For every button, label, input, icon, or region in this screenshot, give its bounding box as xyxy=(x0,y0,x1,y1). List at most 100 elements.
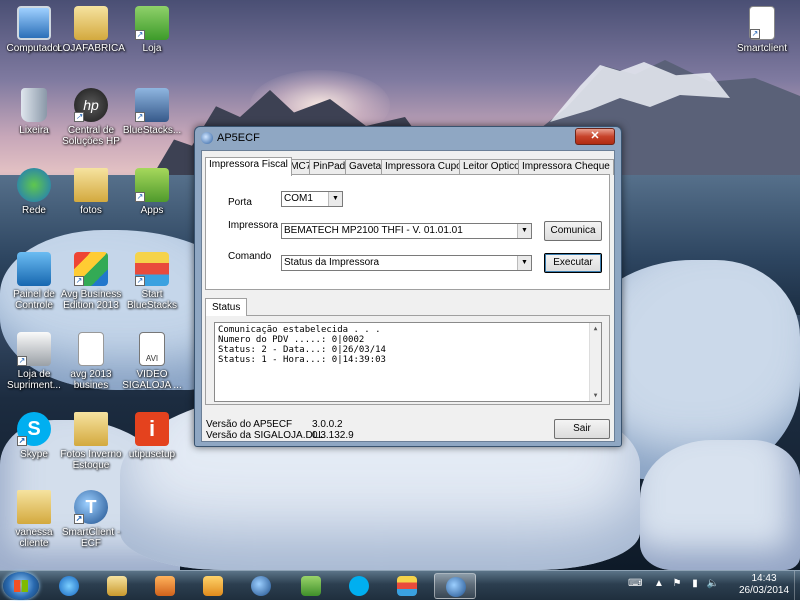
app-icon xyxy=(201,132,213,144)
folder-icon xyxy=(74,168,108,202)
desktop-icon-start-bluestacks[interactable]: ↗ Start BlueStacks xyxy=(118,252,186,311)
media-player-icon xyxy=(155,576,175,596)
taskbar-green-app[interactable] xyxy=(290,573,332,599)
porta-select[interactable]: COM1 ▼ xyxy=(281,191,343,207)
tab-impressora-fiscal[interactable]: Impressora Fiscal xyxy=(205,157,292,176)
tab-impressora-cheque[interactable]: Impressora Cheque xyxy=(518,159,614,175)
status-log[interactable]: Comunicação estabelecida . . . Numero do… xyxy=(214,322,602,402)
wallpaper-ice xyxy=(640,440,800,570)
status-line: Numero do PDV .....: 0|0002 xyxy=(218,335,365,345)
document-icon xyxy=(78,332,104,366)
smartclient-doc-icon: ↗ xyxy=(749,6,775,40)
start-button[interactable] xyxy=(3,572,39,600)
version-ap5ecf-label: Versão do AP5ECF xyxy=(206,419,293,430)
bluestacks-icon: ↗ xyxy=(135,252,169,286)
show-hidden-icons-icon[interactable]: ▲ xyxy=(652,578,666,592)
desktop-icon-video[interactable]: AVI VIDEO SIGALOJA ... xyxy=(118,332,186,391)
porta-value: COM1 xyxy=(284,193,313,204)
taskbar-bluestacks[interactable] xyxy=(386,573,428,599)
bluestacks-network-icon: ↗ xyxy=(135,88,169,122)
taskbar-skype[interactable] xyxy=(338,573,380,599)
skype-icon: S ↗ xyxy=(17,412,51,446)
desktop-icon-apps[interactable]: ↗ Apps xyxy=(118,168,186,216)
executar-button[interactable]: Executar xyxy=(544,253,602,273)
computer-icon xyxy=(17,6,51,40)
keyboard-icon[interactable]: ⌨ xyxy=(628,578,642,592)
status-line: Comunicação estabelecida . . . xyxy=(218,325,381,335)
tab-leitor-optico[interactable]: Leitor Optico xyxy=(459,159,524,175)
smartclient-icon xyxy=(446,577,466,597)
taskbar-outlook[interactable] xyxy=(192,573,234,599)
taskbar-smartclient-active[interactable] xyxy=(434,573,476,599)
sair-button[interactable]: Sair xyxy=(554,419,610,439)
comando-select[interactable]: Status da Impressora ▼ xyxy=(281,255,532,271)
taskbar-file-explorer[interactable] xyxy=(96,573,138,599)
printer-icon: ↗ xyxy=(17,332,51,366)
tab-status[interactable]: Status xyxy=(205,298,248,316)
impressora-select[interactable]: BEMATECH MP2100 THFI - V. 01.01.01 ▼ xyxy=(281,223,532,239)
desktop-icon-lojafabrica[interactable]: LOJAFABRICA xyxy=(57,6,125,54)
version-ap5ecf-value: 3.0.0.2 xyxy=(312,419,343,430)
hp-icon: hp ↗ xyxy=(74,88,108,122)
close-button[interactable]: ✕ xyxy=(575,128,615,145)
taskbar-internet-explorer[interactable] xyxy=(48,573,90,599)
skype-icon xyxy=(349,576,369,596)
comunica-button[interactable]: Comunica xyxy=(544,221,602,241)
taskbar-media-player[interactable] xyxy=(144,573,186,599)
tab-pinpad[interactable]: PinPad xyxy=(309,159,350,175)
desktop-icon-bluestacks-net[interactable]: ↗ BlueStacks... xyxy=(118,88,186,136)
comando-value: Status da Impressora xyxy=(284,257,380,268)
volume-icon[interactable]: 🔈 xyxy=(706,578,720,592)
taskbar-smartclient[interactable] xyxy=(240,573,282,599)
info-setup-icon: i xyxy=(135,412,169,446)
desktop-icon-fotos[interactable]: fotos xyxy=(57,168,125,216)
network-icon xyxy=(17,168,51,202)
desktop-icon-utipusetup[interactable]: i utipusetup xyxy=(118,412,186,460)
smartclient-icon xyxy=(251,576,271,596)
control-panel-icon xyxy=(17,252,51,286)
desktop-icon-loja[interactable]: ↗ Loja xyxy=(118,6,186,54)
comando-label: Comando xyxy=(228,251,272,262)
avg-icon: ↗ xyxy=(74,252,108,286)
file-explorer-icon xyxy=(107,576,127,596)
avi-video-icon: AVI xyxy=(139,332,165,366)
user-folder-icon xyxy=(74,6,108,40)
smartclient-icon: T ↗ xyxy=(74,490,108,524)
taskbar: ⌨ ▲ ⚑ ▮ 🔈 14:43 26/03/2014 xyxy=(0,570,800,601)
desktop-icon-smartclient[interactable]: ↗ Smartclient xyxy=(728,6,796,54)
scroll-up-icon[interactable]: ▲ xyxy=(590,323,601,334)
window-client: Impressora Fiscal CMC7 PinPad Gaveta Imp… xyxy=(201,150,615,442)
desktop-icon-fotos-inverno[interactable]: Fotos Inverno Estoque xyxy=(57,412,125,471)
status-scrollbar[interactable]: ▲ ▼ xyxy=(589,323,601,401)
outlook-icon xyxy=(203,576,223,596)
system-clock[interactable]: 14:43 26/03/2014 xyxy=(736,573,792,597)
tab-panel-impressora-fiscal: Porta COM1 ▼ Impressora BEMATECH MP2100 … xyxy=(205,174,610,290)
network-tray-icon[interactable]: ▮ xyxy=(688,578,702,592)
folder-icon xyxy=(74,412,108,446)
desktop-icon-smartclient-ecf[interactable]: T ↗ SmartClient - ECF xyxy=(57,490,125,549)
status-panel: Comunicação estabelecida . . . Numero do… xyxy=(205,315,610,405)
tab-gaveta[interactable]: Gaveta xyxy=(345,159,386,175)
ap5ecf-window: AP5ECF ✕ Impressora Fiscal CMC7 PinPad G… xyxy=(194,126,622,447)
chevron-down-icon: ▼ xyxy=(517,224,531,238)
folder-icon xyxy=(17,490,51,524)
android-bag-icon: ↗ xyxy=(135,168,169,202)
status-line: Status: 2 - Data...: 0|26/03/14 xyxy=(218,345,386,355)
clock-date: 26/03/2014 xyxy=(738,585,790,596)
desktop-icon-avg-busines[interactable]: avg 2013 busines xyxy=(57,332,125,391)
action-center-icon[interactable]: ⚑ xyxy=(670,578,684,592)
show-desktop-button[interactable] xyxy=(794,571,800,601)
desktop-icon-hp[interactable]: hp ↗ Central de Soluções HP xyxy=(57,88,125,147)
scroll-down-icon[interactable]: ▼ xyxy=(590,390,601,401)
windows-logo-icon xyxy=(14,580,28,592)
impressora-value: BEMATECH MP2100 THFI - V. 01.01.01 xyxy=(284,225,463,236)
impressora-label: Impressora xyxy=(228,220,279,231)
window-title: AP5ECF xyxy=(217,132,260,144)
shopping-bag-icon: ↗ xyxy=(135,6,169,40)
status-line: Status: 1 - Hora...: 0|14:39:03 xyxy=(218,355,386,365)
bluestacks-icon xyxy=(397,576,417,596)
desktop-icon-avg[interactable]: ↗ Avg Business Edition 2013 xyxy=(57,252,125,311)
chevron-down-icon: ▼ xyxy=(328,192,342,206)
clock-time: 14:43 xyxy=(751,573,777,584)
window-titlebar[interactable]: AP5ECF ✕ xyxy=(195,127,621,149)
